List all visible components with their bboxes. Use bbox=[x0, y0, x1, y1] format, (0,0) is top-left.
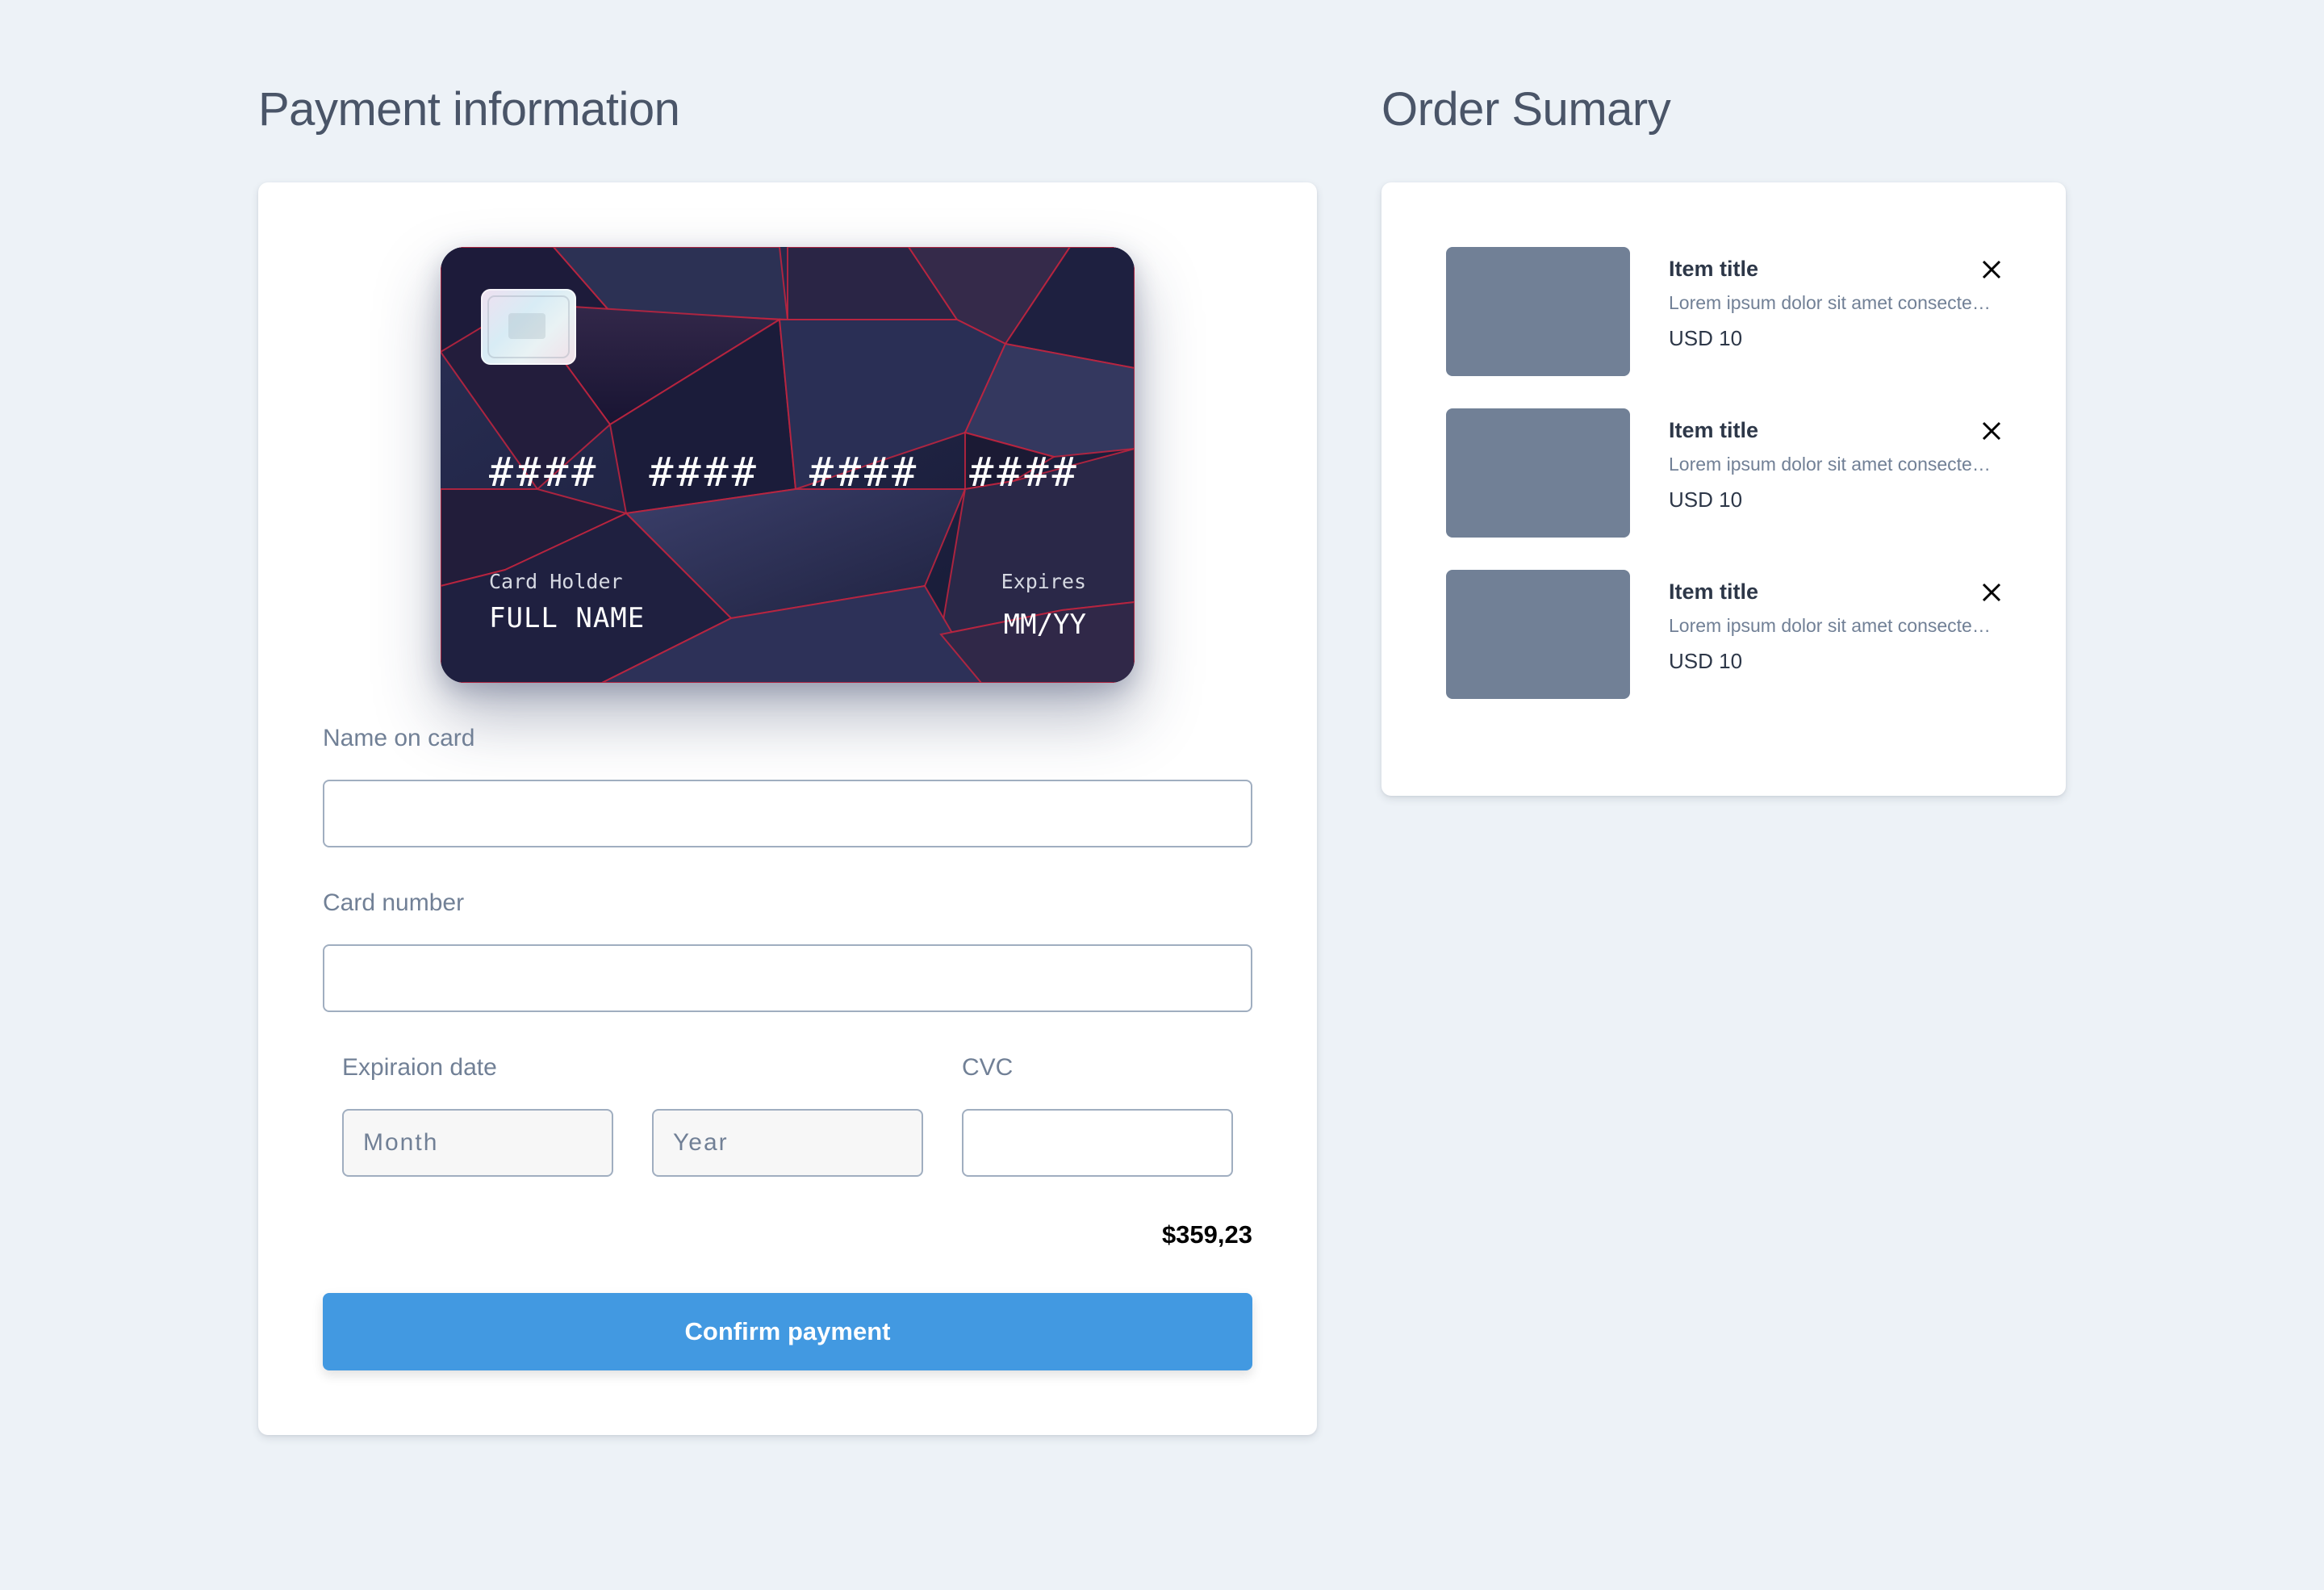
item-thumbnail bbox=[1446, 247, 1630, 376]
card-chip-icon bbox=[481, 289, 576, 365]
card-number-display: #### #### #### #### bbox=[489, 449, 1080, 496]
credit-card-preview: #### #### #### #### Card Holder Expires … bbox=[441, 247, 1135, 683]
name-on-card-label: Name on card bbox=[323, 725, 475, 751]
order-summary-title: Order Sumary bbox=[1381, 83, 1671, 136]
item-price: USD 10 bbox=[1669, 649, 1743, 673]
card-number-group: #### bbox=[809, 449, 920, 496]
card-expires-label: Expires bbox=[1001, 570, 1086, 593]
card-holder-value: FULL NAME bbox=[489, 602, 646, 634]
expiration-month-input[interactable] bbox=[342, 1109, 613, 1177]
card-number-label: Card number bbox=[323, 889, 465, 916]
order-total: $359,23 bbox=[1161, 1220, 1252, 1249]
name-on-card-input[interactable] bbox=[323, 780, 1252, 847]
card-number-input[interactable] bbox=[323, 944, 1252, 1012]
card-number-group: #### bbox=[649, 449, 759, 496]
item-thumbnail bbox=[1446, 408, 1630, 538]
payment-title: Payment information bbox=[258, 83, 680, 136]
expiration-date-label: Expiraion date bbox=[342, 1054, 497, 1081]
close-icon[interactable] bbox=[1980, 581, 2003, 604]
close-icon[interactable] bbox=[1980, 258, 2003, 281]
item-title: Item title bbox=[1669, 418, 1759, 442]
item-title: Item title bbox=[1669, 580, 1759, 604]
item-price: USD 10 bbox=[1669, 326, 1743, 350]
card-holder-label: Card Holder bbox=[489, 570, 623, 593]
order-summary-panel: Item title Lorem ipsum dolor sit amet co… bbox=[1381, 182, 2066, 796]
card-number-group: #### bbox=[489, 449, 600, 496]
expiration-year-input[interactable] bbox=[652, 1109, 923, 1177]
item-description: Lorem ipsum dolor sit amet consectetur a… bbox=[1669, 615, 1992, 636]
order-item: Item title Lorem ipsum dolor sit amet co… bbox=[1446, 570, 2001, 699]
order-item: Item title Lorem ipsum dolor sit amet co… bbox=[1446, 247, 2001, 376]
item-thumbnail bbox=[1446, 570, 1630, 699]
payment-panel: #### #### #### #### Card Holder Expires … bbox=[258, 182, 1317, 1435]
item-price: USD 10 bbox=[1669, 487, 1743, 512]
confirm-payment-button[interactable]: Confirm payment bbox=[323, 1293, 1252, 1370]
item-title: Item title bbox=[1669, 257, 1759, 281]
item-description: Lorem ipsum dolor sit amet consectetur a… bbox=[1669, 454, 1992, 475]
card-number-group: #### bbox=[969, 449, 1080, 496]
order-item: Item title Lorem ipsum dolor sit amet co… bbox=[1446, 408, 2001, 538]
item-description: Lorem ipsum dolor sit amet consectetur a… bbox=[1669, 292, 1992, 313]
cvc-input[interactable] bbox=[962, 1109, 1233, 1177]
close-icon[interactable] bbox=[1980, 420, 2003, 442]
card-expires-value: MM/YY bbox=[1003, 609, 1086, 641]
cvc-label: CVC bbox=[962, 1054, 1014, 1081]
